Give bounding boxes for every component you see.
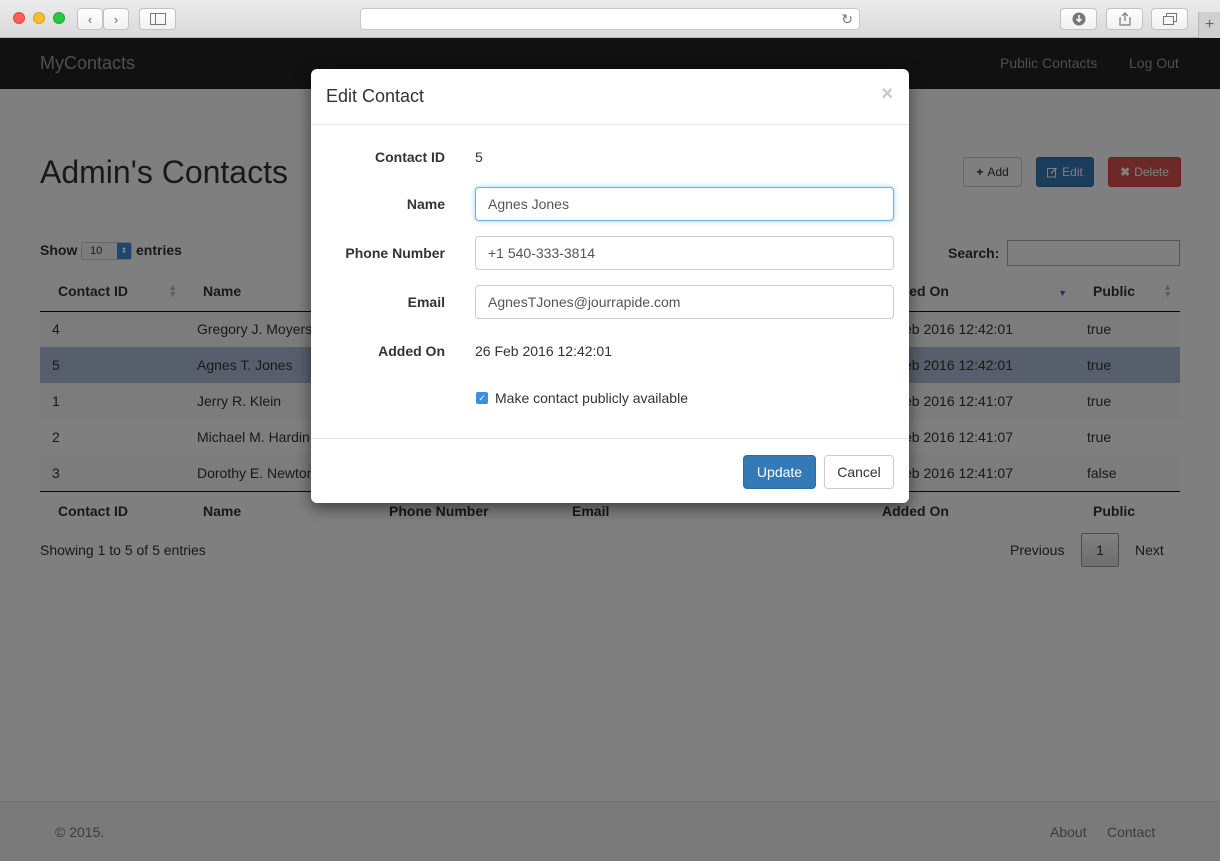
new-tab-button[interactable]: + — [1198, 12, 1220, 38]
chevron-right-icon: › — [113, 11, 119, 27]
forward-button[interactable]: › — [103, 8, 129, 30]
tabs-button[interactable] — [1151, 8, 1188, 30]
downloads-button[interactable] — [1060, 8, 1097, 30]
close-icon[interactable]: × — [881, 83, 893, 106]
name-label: Name — [406, 196, 445, 212]
email-field[interactable]: AgnesTJones@jourrapide.com — [475, 285, 894, 319]
email-label: Email — [407, 294, 445, 310]
sidebar-icon — [149, 13, 166, 25]
reload-icon[interactable]: ↻ — [841, 11, 853, 28]
share-icon — [1118, 12, 1131, 26]
update-button[interactable]: Update — [743, 455, 816, 489]
plus-icon: + — [1204, 16, 1215, 33]
tabs-icon — [1162, 13, 1177, 25]
edit-contact-modal: Edit Contact × Contact ID 5 Name Agnes J… — [311, 69, 909, 503]
cancel-button[interactable]: Cancel — [824, 455, 894, 489]
public-checkbox[interactable]: ✓ — [476, 392, 488, 404]
zoom-window-button[interactable] — [53, 12, 65, 24]
name-field[interactable]: Agnes Jones — [475, 187, 894, 221]
public-checkbox-label[interactable]: Make contact publicly available — [495, 390, 688, 406]
download-icon — [1072, 12, 1085, 26]
browser-toolbar: ‹ › ↻ + — [0, 0, 1220, 38]
phone-label: Phone Number — [345, 245, 445, 261]
added-on-value: 26 Feb 2016 12:42:01 — [475, 343, 613, 359]
modal-title: Edit Contact — [326, 86, 425, 106]
share-button[interactable] — [1106, 8, 1143, 30]
close-window-button[interactable] — [13, 12, 25, 24]
minimize-window-button[interactable] — [33, 12, 45, 24]
sidebar-toggle-button[interactable] — [139, 8, 176, 30]
modal-footer: Update Cancel — [311, 438, 909, 503]
contact-id-value: 5 — [475, 149, 483, 165]
address-bar[interactable]: ↻ — [360, 8, 860, 30]
contact-id-label: Contact ID — [375, 149, 445, 165]
chevron-left-icon: ‹ — [87, 11, 93, 27]
phone-field[interactable]: +1 540-333-3814 — [475, 236, 894, 270]
added-on-label: Added On — [378, 343, 445, 359]
modal-header: Edit Contact × — [311, 69, 909, 125]
back-button[interactable]: ‹ — [77, 8, 103, 30]
